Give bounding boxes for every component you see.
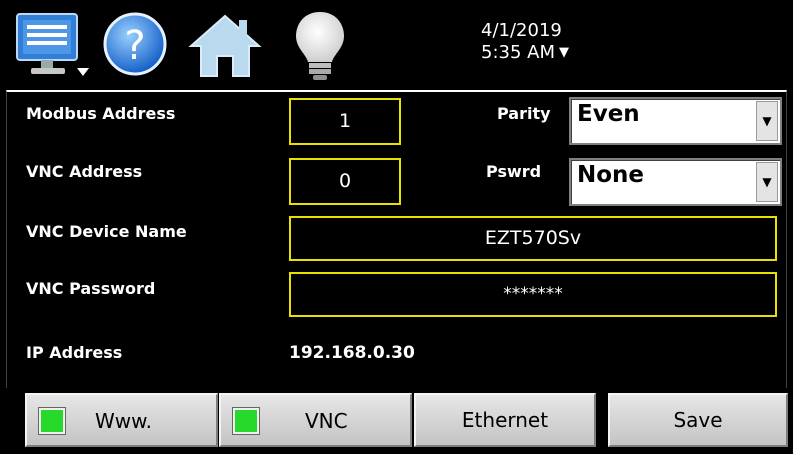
www-button[interactable]: Www. [25,393,218,447]
vnc-address-field[interactable]: 0 [289,158,401,205]
modbus-address-field[interactable]: 1 [289,98,401,145]
pswrd-selected-value: None [577,162,645,188]
vnc-device-name-field[interactable]: EZT570Sv [289,216,777,261]
parity-select[interactable]: Even ▼ [569,97,782,145]
pswrd-select[interactable]: None ▼ [569,158,782,206]
vnc-password-field[interactable]: ******* [289,272,777,317]
top-bar: ? 4/1/2019 5:35 AM ▼ [0,0,793,90]
time-text: 5:35 AM [481,42,555,63]
parity-selected-value: Even [577,101,640,127]
ip-address-label: IP Address [26,343,123,362]
save-button[interactable]: Save [608,393,788,447]
date-time-display[interactable]: 4/1/2019 5:35 AM ▼ [481,20,569,64]
ethernet-button-label: Ethernet [461,408,549,432]
vnc-password-label: VNC Password [26,279,156,298]
ethernet-button[interactable]: Ethernet [414,393,596,447]
ip-address-value: 192.168.0.30 [289,343,415,363]
pswrd-label: Pswrd [486,162,542,181]
pswrd-dropdown-icon[interactable]: ▼ [756,162,778,202]
parity-label: Parity [497,104,551,123]
save-button-label: Save [673,408,723,432]
vnc-password-value: ******* [503,284,563,304]
vnc-address-value: 0 [338,170,352,192]
www-status-led [39,408,65,434]
vnc-address-label: VNC Address [26,162,143,181]
date-text: 4/1/2019 [481,20,562,41]
www-button-label: Www. [95,409,153,433]
home-icon[interactable] [187,12,263,80]
vnc-status-led [233,408,259,434]
modbus-address-value: 1 [338,110,352,132]
vnc-device-name-value: EZT570Sv [484,227,582,249]
help-icon[interactable]: ? [103,10,167,78]
lightbulb-icon[interactable] [290,8,350,82]
modbus-address-label: Modbus Address [26,104,176,123]
svg-text:?: ? [124,23,145,69]
vnc-device-name-label: VNC Device Name [26,222,187,241]
parity-dropdown-icon[interactable]: ▼ [756,101,778,141]
time-dropdown-icon[interactable]: ▼ [559,42,569,64]
vnc-button[interactable]: VNC [219,393,412,447]
monitor-menu-icon[interactable] [15,12,91,80]
vnc-button-label: VNC [305,409,348,433]
